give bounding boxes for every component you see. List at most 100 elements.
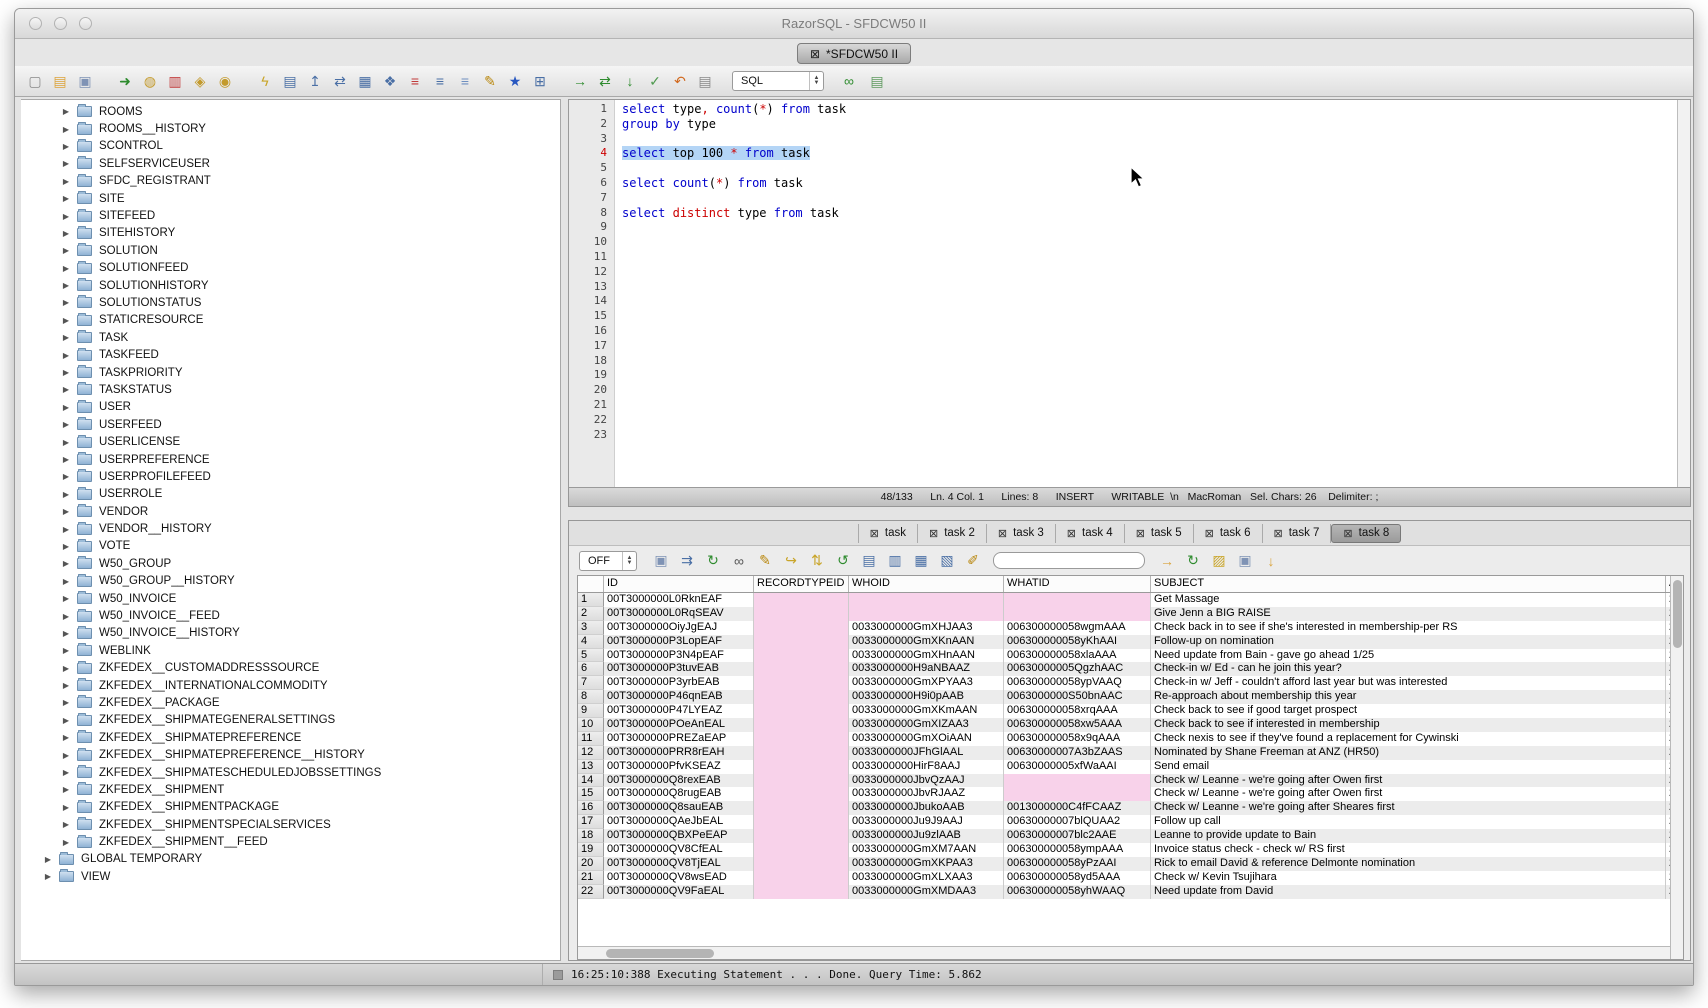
table-cell[interactable]: Give Jenn a BIG RAISE (1151, 607, 1666, 621)
table-cell[interactable]: 006300000058yPzAAI (1004, 857, 1151, 871)
table-row[interactable]: 2100T3000000QV8wsEAD0033000000GmXLXAA300… (578, 871, 1670, 885)
mode-select[interactable]: SQL ▲▼ (732, 71, 824, 91)
disclosure-triangle-icon[interactable]: ▶ (61, 490, 71, 499)
open-file-icon[interactable]: ▤ (50, 71, 70, 91)
disclosure-triangle-icon[interactable]: ▶ (61, 803, 71, 812)
close-window-button[interactable] (29, 17, 42, 30)
results-tab-task-5[interactable]: ⊠task 5 (1125, 524, 1194, 543)
disclosure-triangle-icon[interactable]: ▶ (61, 333, 71, 342)
bookmarks-icon[interactable]: ★ (505, 71, 525, 91)
code-line[interactable] (622, 383, 1677, 398)
code-line[interactable] (622, 339, 1677, 354)
table-cell[interactable]: 00T3000000QV9FaEAL (604, 885, 754, 899)
table-row[interactable]: 900T3000000P47LYEAZ0033000000GmXKmAAN006… (578, 704, 1670, 718)
disclosure-triangle-icon[interactable]: ▶ (43, 872, 53, 881)
table-cell[interactable] (754, 732, 849, 746)
table-cell[interactable]: 006300000058xrqAAA (1004, 704, 1151, 718)
hscroll-thumb[interactable] (606, 949, 714, 958)
disclosure-triangle-icon[interactable]: ▶ (61, 246, 71, 255)
column-header-whoid[interactable]: WHOID (849, 576, 1004, 592)
disclosure-triangle-icon[interactable]: ▶ (43, 855, 53, 864)
form-view-icon[interactable]: ▤ (859, 551, 879, 571)
tree-item-taskfeed[interactable]: ▶TASKFEED (21, 346, 560, 363)
table-cell[interactable]: 00630000007blc2AAE (1004, 829, 1151, 843)
table-cell[interactable]: Follow-up on nomination (1151, 635, 1666, 649)
table-cell[interactable] (1004, 787, 1151, 801)
copy-rows-icon[interactable]: ▦ (911, 551, 931, 571)
table-row[interactable]: 1800T3000000QBXPeEAP0033000000Ju9zlAAB00… (578, 829, 1670, 843)
tree-item-w50-group-history[interactable]: ▶W50_GROUP__HISTORY (21, 573, 560, 590)
table-cell[interactable]: 0033000000GmXPYAA3 (849, 676, 1004, 690)
disclosure-triangle-icon[interactable]: ▶ (61, 159, 71, 168)
table-row[interactable]: 1600T3000000Q8sauEAB0033000000JbukoAAB00… (578, 801, 1670, 815)
results-tab-task-2[interactable]: ⊠task 2 (918, 524, 987, 543)
table-cell[interactable]: 0033000000GmXM7AAN (849, 843, 1004, 857)
disclosure-triangle-icon[interactable]: ▶ (61, 385, 71, 394)
disclosure-triangle-icon[interactable]: ▶ (61, 298, 71, 307)
code-line[interactable] (622, 132, 1677, 147)
export-refresh-icon[interactable]: ↻ (1183, 551, 1203, 571)
table-cell[interactable]: 00T3000000P3LopEAF (604, 635, 754, 649)
table-cell[interactable] (754, 829, 849, 843)
tree-item-staticresource[interactable]: ▶STATICRESOURCE (21, 312, 560, 329)
disclosure-triangle-icon[interactable]: ▶ (61, 559, 71, 568)
tree-item-vendor-history[interactable]: ▶VENDOR__HISTORY (21, 520, 560, 537)
table-cell[interactable]: 00630000005QgzhAAC (1004, 662, 1151, 676)
tab-close-icon[interactable]: ⊠ (929, 527, 938, 540)
tab-close-icon[interactable]: ⊠ (998, 527, 1007, 540)
table-cell[interactable]: Get Massage (1151, 593, 1666, 607)
table-cell[interactable]: 0033000000GmXKmAAN (849, 704, 1004, 718)
table-row[interactable]: 700T3000000P3yrbEAB0033000000GmXPYAA3006… (578, 676, 1670, 690)
code-line[interactable] (622, 294, 1677, 309)
refresh-table-icon[interactable]: ↺ (833, 551, 853, 571)
code-line[interactable] (622, 309, 1677, 324)
code-line[interactable] (622, 368, 1677, 383)
insert-row-icon[interactable]: ↪ (781, 551, 801, 571)
disclosure-triangle-icon[interactable]: ▶ (61, 698, 71, 707)
disclosure-triangle-icon[interactable]: ▶ (61, 368, 71, 377)
disclosure-triangle-icon[interactable]: ▶ (61, 594, 71, 603)
format-sql-icon[interactable]: ≡ (430, 71, 450, 91)
table-cell[interactable]: 006300000058yKhAAI (1004, 635, 1151, 649)
disclosure-triangle-icon[interactable]: ▶ (61, 612, 71, 621)
table-cell[interactable]: 00T3000000P3yrbEAB (604, 676, 754, 690)
tree-item-global temporary[interactable]: ▶GLOBAL TEMPORARY (21, 851, 560, 868)
table-cell[interactable]: Follow up call (1151, 815, 1666, 829)
table-cell[interactable]: 006300000058ypVAAQ (1004, 676, 1151, 690)
table-cell[interactable] (754, 635, 849, 649)
tree-item-userfeed[interactable]: ▶USERFEED (21, 416, 560, 433)
tree-item-taskpriority[interactable]: ▶TASKPRIORITY (21, 364, 560, 381)
table-cell[interactable]: 00T3000000Q8sauEAB (604, 801, 754, 815)
view-record-icon[interactable]: ∞ (729, 551, 749, 571)
code-line[interactable] (622, 428, 1677, 443)
table-cell[interactable]: 00T3000000P46qnEAB (604, 690, 754, 704)
table-row[interactable]: 1100T3000000PREZaEAP0033000000GmXOiAAN00… (578, 732, 1670, 746)
disclosure-triangle-icon[interactable]: ▶ (61, 820, 71, 829)
table-cell[interactable]: 00T3000000Q8rugEAB (604, 787, 754, 801)
table-cell[interactable]: 0033000000GmXHJAA3 (849, 621, 1004, 635)
table-row[interactable]: 1000T3000000POeAnEAL0033000000GmXIZAA300… (578, 718, 1670, 732)
tree-item-zkfedex-shipment-feed[interactable]: ▶ZKFEDEX__SHIPMENT__FEED (21, 833, 560, 850)
table-cell[interactable] (754, 593, 849, 607)
disclosure-triangle-icon[interactable]: ▶ (61, 142, 71, 151)
tree-item-zkfedex-internationalcommodity[interactable]: ▶ZKFEDEX__INTERNATIONALCOMMODITY (21, 677, 560, 694)
results-vscrollbar[interactable] (1670, 576, 1683, 959)
results-tab-task-8[interactable]: ⊠task 8 (1331, 524, 1401, 543)
tab-close-icon[interactable]: ⊠ (870, 527, 879, 540)
new-connection-icon[interactable]: ◈ (190, 71, 210, 91)
save-icon[interactable]: ▣ (75, 71, 95, 91)
combo-stepper-icon[interactable]: ▲▼ (809, 72, 823, 90)
table-cell[interactable] (754, 871, 849, 885)
table-cell[interactable]: 0033000000GmXIZAA3 (849, 718, 1004, 732)
disclosure-triangle-icon[interactable]: ▶ (61, 681, 71, 690)
table-cell[interactable]: 00T3000000POeAnEAL (604, 718, 754, 732)
tree-item-zkfedex-shipmatescheduledjobssettings[interactable]: ▶ZKFEDEX__SHIPMATESCHEDULEDJOBSSETTINGS (21, 764, 560, 781)
table-row[interactable]: 2000T3000000QV8TjEAL0033000000GmXKPAA300… (578, 857, 1670, 871)
table-cell[interactable]: 00T3000000P3tuvEAB (604, 662, 754, 676)
disclosure-triangle-icon[interactable]: ▶ (61, 785, 71, 794)
disconnect-db-icon[interactable]: ◍ (140, 71, 160, 91)
table-cell[interactable]: Need update from Bain - gave go ahead 1/… (1151, 649, 1666, 663)
table-editor-icon[interactable]: ⊞ (530, 71, 550, 91)
highlight-icon[interactable]: ✐ (963, 551, 983, 571)
disclosure-triangle-icon[interactable]: ▶ (61, 838, 71, 847)
